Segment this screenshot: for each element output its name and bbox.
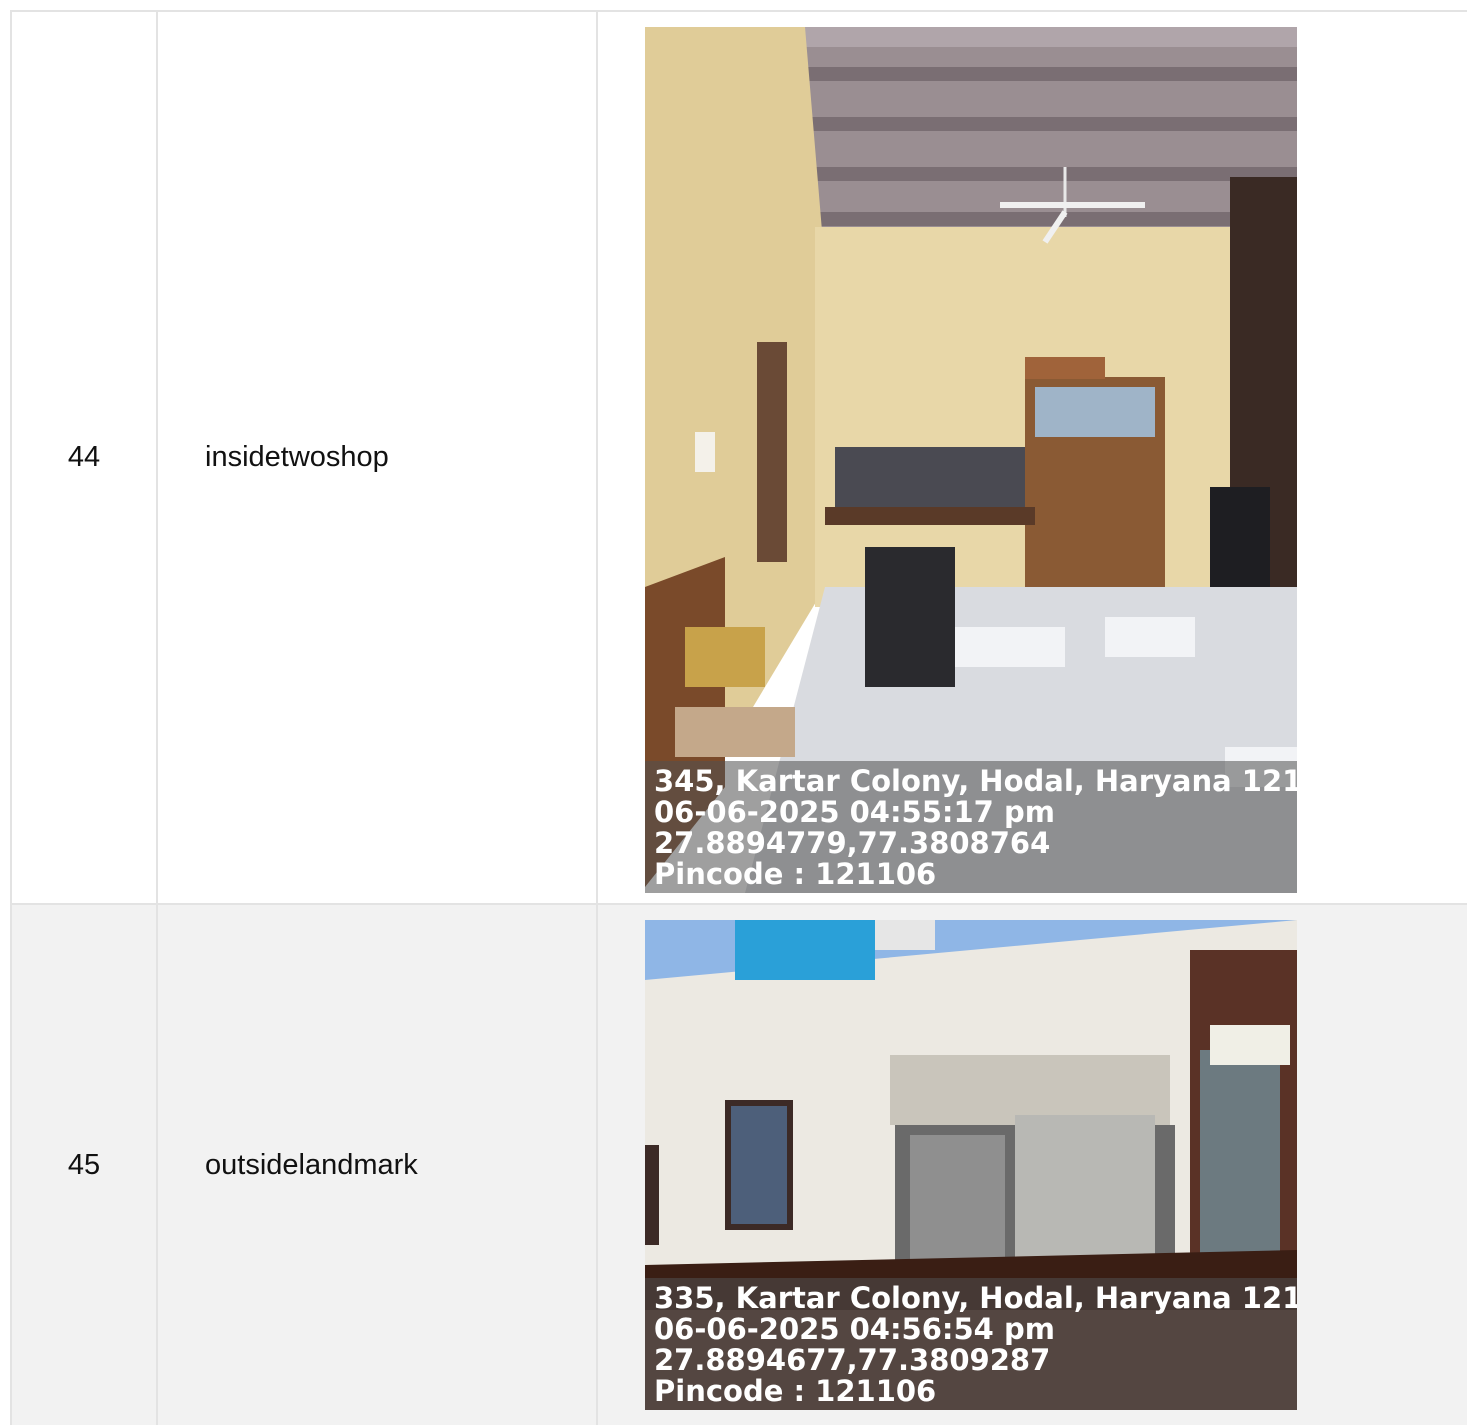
geo-pincode: Pincode : 121106 [654, 1374, 937, 1408]
geo-datetime: 06-06-2025 04:56:54 pm [654, 1312, 1055, 1346]
geo-stamp: 345, Kartar Colony, Hodal, Haryana 12110… [645, 761, 1297, 893]
table-row: 44 insidetwoshop 345, Kartar Colony, Hod… [12, 12, 1467, 905]
shop-interior-photo[interactable]: 345, Kartar Colony, Hodal, Haryana 12110… [645, 27, 1297, 893]
geo-address: 345, Kartar Colony, Hodal, Haryana 12110… [654, 764, 1297, 798]
photo-cell: 335, Kartar Colony, Hodal, Haryana 12110… [598, 905, 1467, 1425]
row-index: 45 [12, 905, 158, 1425]
geo-address: 335, Kartar Colony, Hodal, Haryana 12110… [654, 1281, 1297, 1315]
row-index: 44 [12, 12, 158, 903]
geo-pincode: Pincode : 121106 [654, 857, 937, 891]
geo-datetime: 06-06-2025 04:55:17 pm [654, 795, 1055, 829]
geo-coords: 27.8894677,77.3809287 [654, 1343, 1051, 1377]
row-label: outsidelandmark [158, 905, 598, 1425]
geo-coords: 27.8894779,77.3808764 [654, 826, 1051, 860]
building-exterior-photo[interactable]: 335, Kartar Colony, Hodal, Haryana 12110… [645, 920, 1297, 1410]
table-row: 45 outsidelandmark 335, Kartar Colony, H… [12, 905, 1467, 1425]
photo-cell: 345, Kartar Colony, Hodal, Haryana 12110… [598, 12, 1467, 903]
photo-table: 44 insidetwoshop 345, Kartar Colony, Hod… [10, 10, 1467, 1425]
geo-stamp: 335, Kartar Colony, Hodal, Haryana 12110… [645, 1278, 1297, 1410]
row-label: insidetwoshop [158, 12, 598, 903]
